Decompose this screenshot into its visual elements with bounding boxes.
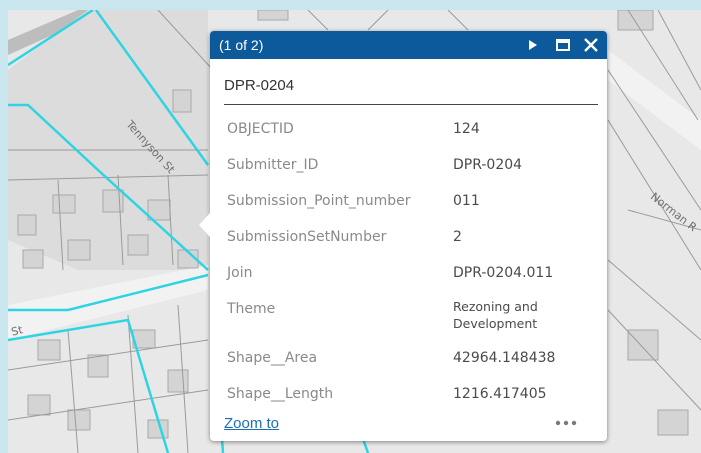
attribute-key: Submission_Point_number [227,193,411,209]
attribute-value: DPR-0204 [453,157,523,173]
attribute-key: OBJECTID [227,121,294,137]
more-actions-button[interactable] [552,415,582,429]
attribute-value: DPR-0204.011 [453,265,554,281]
attribute-row: OBJECTID 124 [227,115,607,151]
ellipsis-icon [555,420,577,426]
maximize-icon [556,39,570,51]
attribute-value: 011 [453,193,480,209]
feature-counter: (1 of 2) [219,37,264,53]
attribute-value: Rezoning and Development [453,299,538,331]
attribute-table: OBJECTID 124 Submitter_ID DPR-0204 Submi… [227,115,607,416]
attribute-value: 42964.148438 [453,350,556,366]
popup-pointer [199,213,210,237]
attribute-row: Theme Rezoning and Development [227,295,607,344]
attribute-row: Submission_Point_number 011 [227,187,607,223]
attribute-row: Join DPR-0204.011 [227,259,607,295]
attribute-value: 124 [453,121,480,137]
popup-header: (1 of 2) [210,31,607,59]
attribute-key: Join [227,265,253,281]
dock-button[interactable] [553,35,573,55]
screen-frame: Tennyson St Norman R St (1 of 2) DPR-020… [0,0,701,453]
attribute-key: Shape__Area [227,350,318,366]
attribute-row: SubmissionSetNumber 2 [227,223,607,259]
close-icon [584,38,598,52]
attribute-value: 2 [453,229,462,245]
play-next-icon [529,40,537,50]
next-feature-button[interactable] [522,35,542,55]
parcel-shaded [8,10,208,270]
attribute-key: Theme [227,301,276,317]
attribute-key: Shape__Length [227,386,334,402]
zoom-to-link[interactable]: Zoom to [224,415,279,432]
feature-popup: (1 of 2) DPR-0204 OBJECTID 124 Submitter… [199,31,607,441]
attribute-row: Submitter_ID DPR-0204 [227,151,607,187]
attribute-value: 1216.417405 [453,386,547,402]
close-button[interactable] [581,35,601,55]
attribute-key: SubmissionSetNumber [227,229,387,245]
attribute-key: Submitter_ID [227,157,319,173]
title-divider [224,104,598,105]
popup-title: DPR-0204 [224,77,295,94]
attribute-row: Shape__Length 1216.417405 [227,380,607,416]
attribute-row: Shape__Area 42964.148438 [227,344,607,380]
